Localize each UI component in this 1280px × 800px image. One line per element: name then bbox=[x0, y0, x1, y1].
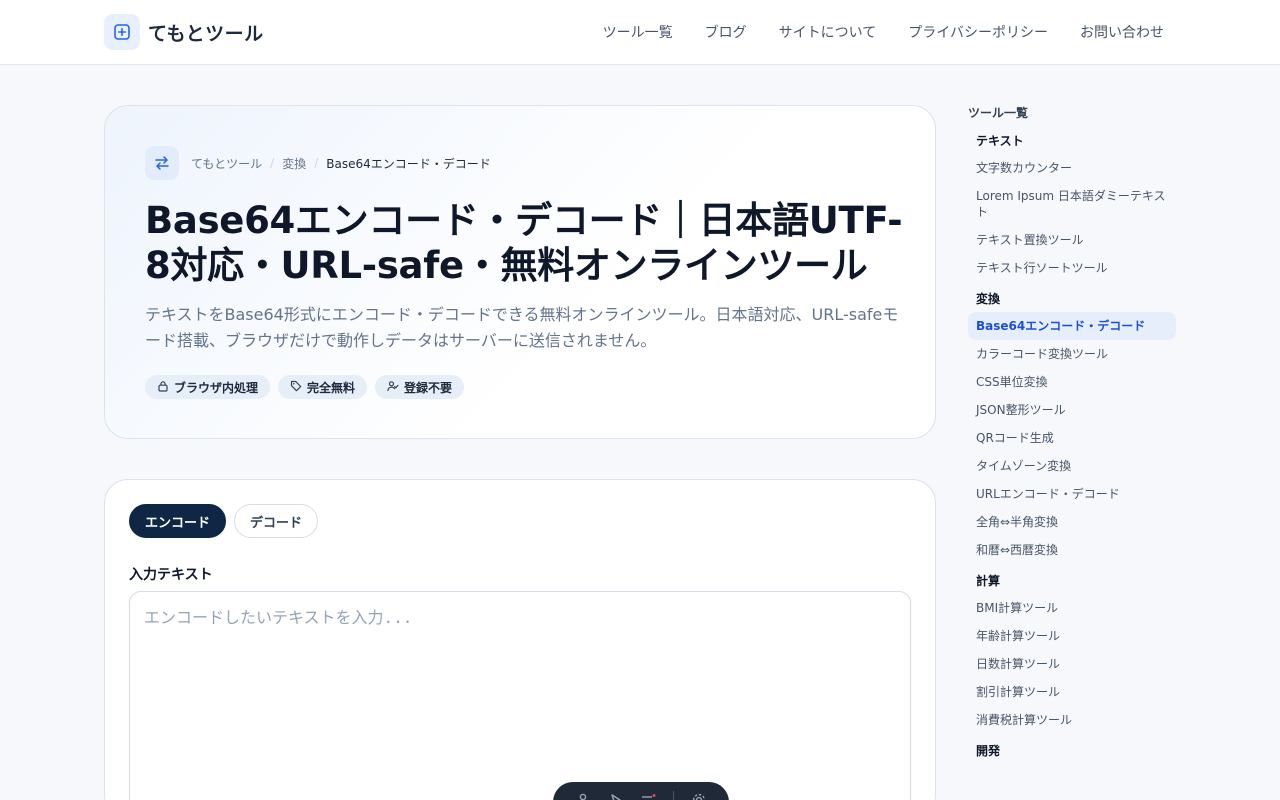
tool-hero-card: てもとツール / 変換 / Base64エンコード・デコード Base64エンコ… bbox=[104, 105, 936, 439]
sidebar-item-css-unit[interactable]: CSS単位変換 bbox=[968, 368, 1176, 396]
nav-link-blog[interactable]: ブログ bbox=[705, 22, 747, 42]
site-logo-text: てもとツール bbox=[148, 22, 264, 45]
tab-decode[interactable]: デコード bbox=[234, 504, 319, 538]
breadcrumb-separator: / bbox=[270, 156, 275, 170]
floating-toolbar bbox=[553, 782, 729, 800]
sidebar-item-zenkaku-hankaku[interactable]: 全角⇔半角変換 bbox=[968, 508, 1176, 536]
breadcrumb-home[interactable]: てもとツール bbox=[191, 155, 262, 172]
badge-label: 完全無料 bbox=[307, 380, 356, 395]
person-icon[interactable] bbox=[575, 792, 591, 800]
sidebar-title: ツール一覧 bbox=[968, 106, 1029, 120]
nav-link-contact[interactable]: お問い合わせ bbox=[1080, 22, 1164, 42]
sidebar-item-bmi[interactable]: BMI計算ツール bbox=[968, 594, 1176, 622]
site-header: てもとツール ツール一覧 ブログ サイトについて プライバシーポリシー お問い合… bbox=[0, 0, 1280, 65]
main-nav: ツール一覧 ブログ サイトについて プライバシーポリシー お問い合わせ bbox=[603, 22, 1164, 42]
tag-icon bbox=[290, 380, 302, 395]
sidebar-item-line-sort[interactable]: テキスト行ソートツール bbox=[968, 254, 1176, 282]
badge-label: 登録不要 bbox=[404, 380, 453, 395]
nav-link-about[interactable]: サイトについて bbox=[779, 22, 877, 42]
sidebar-item-age[interactable]: 年齢計算ツール bbox=[968, 622, 1176, 650]
site-logo[interactable]: てもとツール bbox=[104, 14, 264, 50]
toolbar-divider bbox=[673, 791, 675, 800]
sidebar-item-color-code[interactable]: カラーコード変換ツール bbox=[968, 340, 1176, 368]
sidebar-item-url-encode[interactable]: URLエンコード・デコード bbox=[968, 480, 1176, 508]
nav-link-privacy[interactable]: プライバシーポリシー bbox=[908, 22, 1048, 42]
breadcrumb-category[interactable]: 変換 bbox=[282, 155, 306, 172]
sidebar-item-timezone[interactable]: タイムゾーン変換 bbox=[968, 452, 1176, 480]
sidebar-item-lorem-ipsum[interactable]: Lorem Ipsum 日本語ダミーテキスト bbox=[968, 182, 1176, 226]
sidebar-item-wareki[interactable]: 和暦⇔西暦変換 bbox=[968, 536, 1176, 564]
swap-arrows-icon bbox=[145, 146, 179, 180]
sidebar-category-convert: 変換 Base64エンコード・デコード カラーコード変換ツール CSS単位変換 … bbox=[968, 290, 1176, 564]
sidebar-category-dev: 開発 bbox=[968, 742, 1176, 760]
sidebar-category-text: テキスト 文字数カウンター Lorem Ipsum 日本語ダミーテキスト テキス… bbox=[968, 132, 1176, 282]
sidebar-item-discount[interactable]: 割引計算ツール bbox=[968, 678, 1176, 706]
sidebar-item-json-format[interactable]: JSON整形ツール bbox=[968, 396, 1176, 424]
sidebar-item-qr-code[interactable]: QRコード生成 bbox=[968, 424, 1176, 452]
plus-square-icon bbox=[104, 14, 140, 50]
sidebar-category-label: 開発 bbox=[976, 744, 1001, 758]
feature-badges: ブラウザ内処理 完全無料 登録不要 bbox=[145, 375, 465, 399]
page-title: Base64エンコード・デコード｜日本語UTF-8対応・URL-safe・無料オ… bbox=[145, 199, 903, 287]
page-description: テキストをBase64形式にエンコード・デコードできる無料オンラインツール。日本… bbox=[145, 305, 899, 350]
badge-no-registration: 登録不要 bbox=[375, 375, 465, 399]
sidebar-item-days[interactable]: 日数計算ツール bbox=[968, 650, 1176, 678]
breadcrumb-current: Base64エンコード・デコード bbox=[326, 156, 491, 171]
sidebar-category-calc: 計算 BMI計算ツール 年齢計算ツール 日数計算ツール 割引計算ツール 消費税計… bbox=[968, 572, 1176, 734]
badge-free: 完全無料 bbox=[278, 375, 368, 399]
sidebar-item-base64[interactable]: Base64エンコード・デコード bbox=[968, 312, 1176, 340]
nav-link-tools[interactable]: ツール一覧 bbox=[603, 22, 673, 42]
sidebar-category-label: 計算 bbox=[976, 574, 1001, 588]
cursor-icon[interactable] bbox=[608, 792, 624, 800]
menu-icon[interactable] bbox=[640, 792, 656, 800]
mode-tabs: エンコード デコード bbox=[129, 504, 319, 538]
tab-encode[interactable]: エンコード bbox=[129, 504, 227, 538]
input-textarea[interactable] bbox=[129, 591, 911, 800]
badge-label: ブラウザ内処理 bbox=[174, 380, 259, 395]
sidebar-item-tax[interactable]: 消費税計算ツール bbox=[968, 706, 1176, 734]
sidebar-item-char-counter[interactable]: 文字数カウンター bbox=[968, 154, 1176, 182]
breadcrumb: てもとツール / 変換 / Base64エンコード・デコード bbox=[145, 146, 491, 180]
gear-icon[interactable] bbox=[691, 792, 707, 800]
sidebar-category-label: テキスト bbox=[976, 134, 1024, 148]
sidebar-category-label: 変換 bbox=[976, 292, 1001, 306]
sidebar-item-text-replace[interactable]: テキスト置換ツール bbox=[968, 226, 1176, 254]
user-check-icon bbox=[387, 380, 399, 395]
lock-icon bbox=[157, 380, 169, 395]
base64-tool-card: エンコード デコード 入力テキスト bbox=[104, 479, 936, 800]
breadcrumb-separator: / bbox=[314, 156, 319, 170]
input-label: 入力テキスト bbox=[129, 567, 213, 583]
badge-browser-processing: ブラウザ内処理 bbox=[145, 375, 271, 399]
tool-sidebar: ツール一覧 テキスト 文字数カウンター Lorem Ipsum 日本語ダミーテキ… bbox=[968, 104, 1176, 768]
